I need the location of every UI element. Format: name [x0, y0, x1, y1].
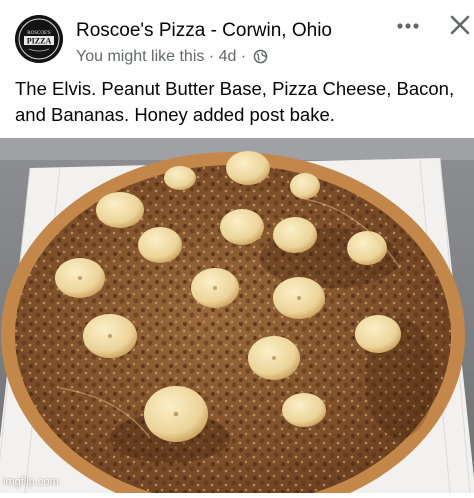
close-button[interactable]: [446, 10, 474, 40]
more-options-button[interactable]: [392, 14, 424, 38]
logo-main-text: PIZZA: [27, 37, 52, 46]
close-icon: [450, 15, 470, 35]
post-meta: You might like this · 4d ·: [76, 48, 268, 69]
globe-icon: [253, 49, 268, 69]
post-text: The Elvis. Peanut Butter Base, Pizza Che…: [15, 78, 455, 125]
suggestion-label: You might like this: [76, 48, 205, 65]
avatar[interactable]: ROSCOE'S PIZZA: [15, 15, 63, 63]
logo-top-text: ROSCOE'S: [27, 31, 51, 36]
post-time[interactable]: 4d: [219, 48, 237, 65]
page-name[interactable]: Roscoe's Pizza - Corwin, Ohio: [76, 20, 332, 42]
more-horizontal-icon: [397, 23, 419, 29]
post-header: ROSCOE'S PIZZA Roscoe's Pizza - Corwin, …: [0, 0, 474, 66]
meta-separator: ·: [208, 48, 215, 65]
roscoes-pizza-logo: ROSCOE'S PIZZA: [15, 15, 63, 63]
meta-separator-2: ·: [240, 48, 247, 65]
post-photo[interactable]: [0, 138, 474, 498]
imgflip-watermark: imgflip.com: [3, 476, 59, 488]
pizza-image: [0, 138, 474, 498]
